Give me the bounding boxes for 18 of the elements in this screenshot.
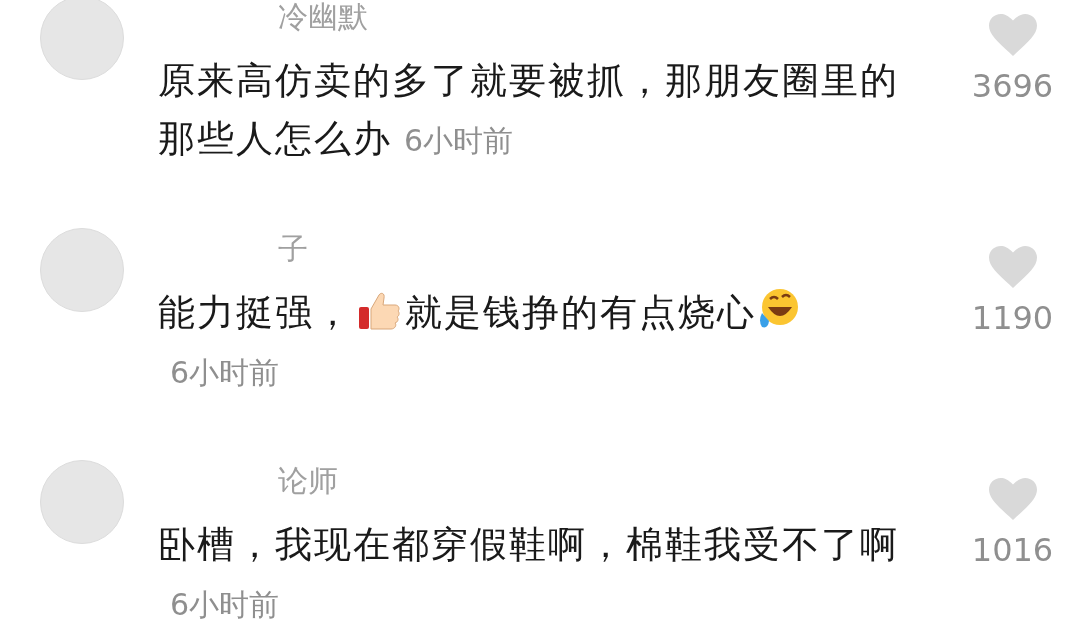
like-count: 1190 <box>971 298 1054 339</box>
timestamp: 6小时前 <box>404 123 514 158</box>
comment-text: 卧槽，我现在都穿假鞋啊，棉鞋我受不了啊 <box>158 523 899 566</box>
username[interactable]: 冷幽默 <box>158 0 948 40</box>
comment-text: 那些人怎么办 <box>158 117 392 160</box>
heart-icon[interactable] <box>988 14 1037 56</box>
comment-text: 原来高仿卖的多了就要被抓，那朋友圈里的 <box>158 59 899 102</box>
comment-text: 就是钱挣的有点烧心 <box>405 291 756 334</box>
timestamp: 6小时前 <box>170 587 280 622</box>
timestamp: 6小时前 <box>170 355 280 390</box>
thumbs-up-icon <box>357 291 401 331</box>
heart-icon[interactable] <box>988 246 1037 288</box>
username[interactable]: 论师 <box>158 458 948 504</box>
username[interactable]: 子 <box>158 226 948 272</box>
like-count: 3696 <box>971 66 1054 107</box>
heart-icon[interactable] <box>988 478 1037 520</box>
like-count: 1016 <box>971 530 1054 571</box>
comment-text: 能力挺强， <box>158 291 353 334</box>
